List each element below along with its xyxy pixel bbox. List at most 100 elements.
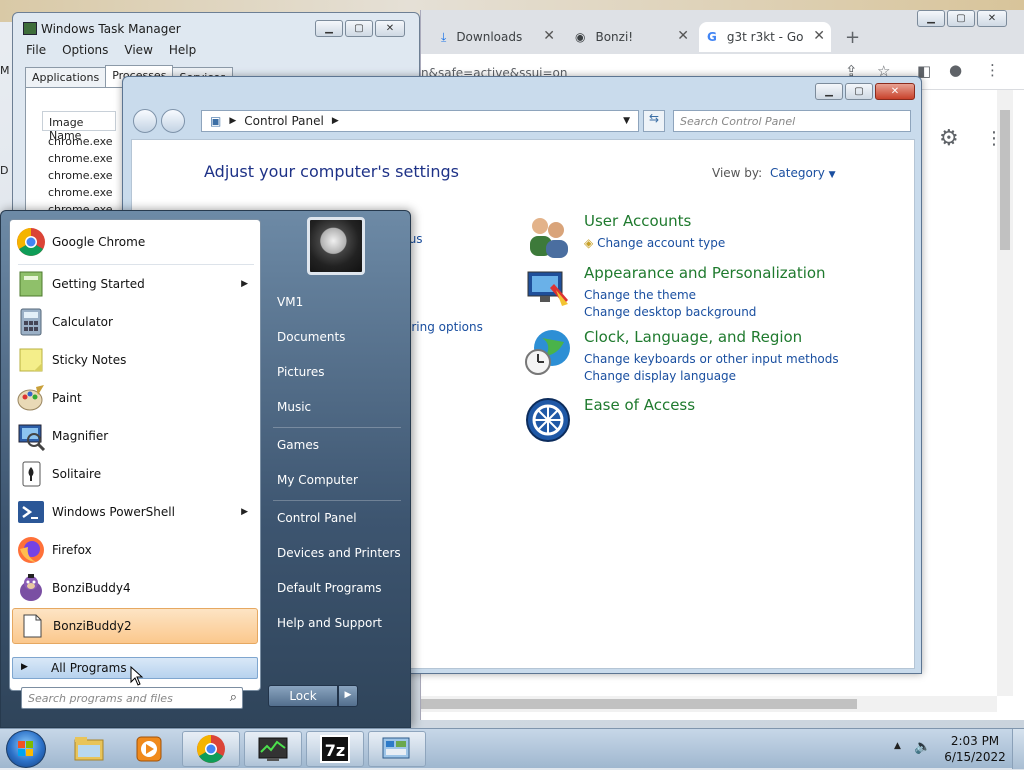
- start-item-documents[interactable]: Documents: [267, 322, 401, 352]
- lock-button[interactable]: Lock: [268, 685, 338, 707]
- partial-link[interactable]: aring options: [404, 320, 483, 334]
- menu-kebab-icon[interactable]: ⋮: [985, 61, 1000, 79]
- table-row[interactable]: chrome.exe: [48, 135, 113, 148]
- tab-applications[interactable]: Applications: [25, 67, 107, 87]
- taskbar-7zip[interactable]: 7z: [306, 731, 364, 767]
- start-item-control-panel[interactable]: Control Panel: [267, 503, 401, 533]
- start-item-default-programs[interactable]: Default Programs: [267, 573, 401, 603]
- category-link[interactable]: ◈ Change account type: [584, 236, 725, 250]
- menu-file[interactable]: File: [26, 43, 46, 57]
- program-windows-powershell[interactable]: Windows PowerShell ▶: [12, 494, 258, 530]
- profile-icon[interactable]: ●: [949, 61, 962, 79]
- start-item-vm1[interactable]: VM1: [267, 287, 401, 317]
- start-button[interactable]: [6, 730, 46, 768]
- program-calculator[interactable]: Calculator: [12, 304, 258, 340]
- category-title[interactable]: Appearance and Personalization: [584, 264, 826, 282]
- refresh-icon[interactable]: ⇆: [643, 110, 665, 132]
- close-tab-icon[interactable]: ✕: [813, 28, 825, 44]
- table-row[interactable]: chrome.exe: [48, 152, 113, 165]
- program-solitaire[interactable]: Solitaire: [12, 456, 258, 492]
- category-link[interactable]: Change keyboards or other input methods: [584, 352, 839, 366]
- taskbar-control-panel[interactable]: [368, 731, 426, 767]
- show-desktop-button[interactable]: [1012, 729, 1024, 769]
- desktop-icon-label[interactable]: D: [0, 164, 12, 177]
- title-bar[interactable]: Windows Task Manager ▁ ▢ ✕: [13, 13, 419, 43]
- vertical-scrollbar[interactable]: [997, 90, 1013, 696]
- menu-view[interactable]: View: [124, 43, 152, 57]
- program-paint[interactable]: Paint: [12, 380, 258, 416]
- taskbar-media-player[interactable]: [120, 731, 178, 767]
- menu-options[interactable]: Options: [62, 43, 108, 57]
- shutdown-options-arrow-icon[interactable]: ▶: [338, 685, 358, 707]
- back-button[interactable]: [133, 109, 157, 133]
- tab-bonzi[interactable]: ◉ Bonzi! ✕: [567, 22, 695, 52]
- breadcrumb-arrow-icon[interactable]: ▶: [332, 116, 339, 126]
- program-google-chrome[interactable]: Google Chrome: [12, 224, 258, 260]
- column-header-image-name[interactable]: Image Name: [42, 111, 116, 142]
- address-dropdown-icon[interactable]: ▼: [623, 116, 630, 126]
- category-link[interactable]: Change display language: [584, 369, 736, 383]
- close-button[interactable]: ✕: [977, 10, 1007, 27]
- maximize-button[interactable]: ▢: [947, 10, 975, 27]
- program-bonzibuddy2[interactable]: BonziBuddy2: [12, 608, 258, 644]
- forward-button[interactable]: [161, 109, 185, 133]
- category-title[interactable]: User Accounts: [584, 212, 691, 230]
- category-title[interactable]: Clock, Language, and Region: [584, 328, 802, 346]
- tab-g3t-r3kt[interactable]: G g3t r3kt - Go ✕: [699, 22, 831, 52]
- view-by-dropdown[interactable]: Category ▼: [770, 166, 836, 180]
- scrollbar-thumb[interactable]: [421, 699, 857, 709]
- breadcrumb-arrow-icon[interactable]: ▶: [229, 116, 236, 126]
- search-programs-input[interactable]: Search programs and files ⌕: [21, 687, 243, 709]
- new-tab-icon[interactable]: +: [845, 27, 860, 48]
- category-link[interactable]: Change the theme: [584, 288, 696, 302]
- category-title[interactable]: Ease of Access: [584, 396, 695, 414]
- start-item-my-computer[interactable]: My Computer: [267, 465, 401, 495]
- search-icon[interactable]: ⌕: [230, 690, 237, 705]
- 7zip-icon: 7z: [320, 735, 350, 763]
- task-manager-icon: [23, 22, 37, 35]
- start-item-music[interactable]: Music: [267, 392, 401, 422]
- minimize-button[interactable]: ▁: [815, 83, 843, 100]
- address-bar[interactable]: ▣ ▶ Control Panel ▶ ▼: [201, 110, 639, 132]
- start-item-help-and-support[interactable]: Help and Support: [267, 608, 401, 638]
- program-magnifier[interactable]: Magnifier: [12, 418, 258, 454]
- program-firefox[interactable]: Firefox: [12, 532, 258, 568]
- maximize-button[interactable]: ▢: [845, 83, 873, 100]
- start-item-games[interactable]: Games: [267, 430, 401, 460]
- start-item-pictures[interactable]: Pictures: [267, 357, 401, 387]
- user-avatar[interactable]: [307, 217, 365, 275]
- start-item-devices-and-printers[interactable]: Devices and Printers: [267, 538, 401, 568]
- minimize-button[interactable]: ▁: [917, 10, 945, 27]
- settings-gear-icon[interactable]: ⚙: [939, 126, 959, 151]
- close-button[interactable]: ✕: [875, 83, 915, 100]
- taskbar-chrome[interactable]: [182, 731, 240, 767]
- volume-icon[interactable]: 🔈: [914, 739, 931, 755]
- desktop-icon-label[interactable]: M: [0, 64, 12, 77]
- horizontal-scrollbar[interactable]: [421, 696, 997, 712]
- globe-icon: ◉: [575, 30, 586, 44]
- maximize-button[interactable]: ▢: [345, 20, 373, 37]
- tab-downloads[interactable]: ⤓ Downloads ✕: [433, 22, 561, 52]
- clock[interactable]: 2:03 PM 6/15/2022: [940, 733, 1010, 765]
- program-sticky-notes[interactable]: Sticky Notes: [12, 342, 258, 378]
- program-label: Paint: [52, 391, 82, 405]
- show-hidden-icons-arrow[interactable]: ▲: [894, 741, 901, 751]
- table-row[interactable]: chrome.exe: [48, 169, 113, 182]
- close-tab-icon[interactable]: ✕: [677, 28, 689, 44]
- taskbar-explorer[interactable]: [60, 731, 118, 767]
- program-bonzibuddy4[interactable]: BonziBuddy4: [12, 570, 258, 606]
- scrollbar-thumb[interactable]: [1000, 110, 1010, 250]
- search-control-panel-input[interactable]: Search Control Panel: [673, 110, 911, 132]
- minimize-button[interactable]: ▁: [315, 20, 343, 37]
- chrome-tab-bar: ⤓ Downloads ✕ ◉ Bonzi! ✕ G g3t r3kt - Go…: [421, 10, 1024, 54]
- divider: [273, 500, 401, 501]
- program-getting-started[interactable]: Getting Started ▶: [12, 266, 258, 302]
- close-button[interactable]: ✕: [375, 20, 405, 37]
- breadcrumb-control-panel[interactable]: Control Panel: [244, 114, 324, 128]
- close-tab-icon[interactable]: ✕: [543, 28, 555, 44]
- taskbar-task-manager[interactable]: [244, 731, 302, 767]
- category-link[interactable]: Change desktop background: [584, 305, 756, 319]
- table-row[interactable]: chrome.exe: [48, 186, 113, 199]
- menu-help[interactable]: Help: [169, 43, 196, 57]
- calculator-icon: [20, 308, 42, 336]
